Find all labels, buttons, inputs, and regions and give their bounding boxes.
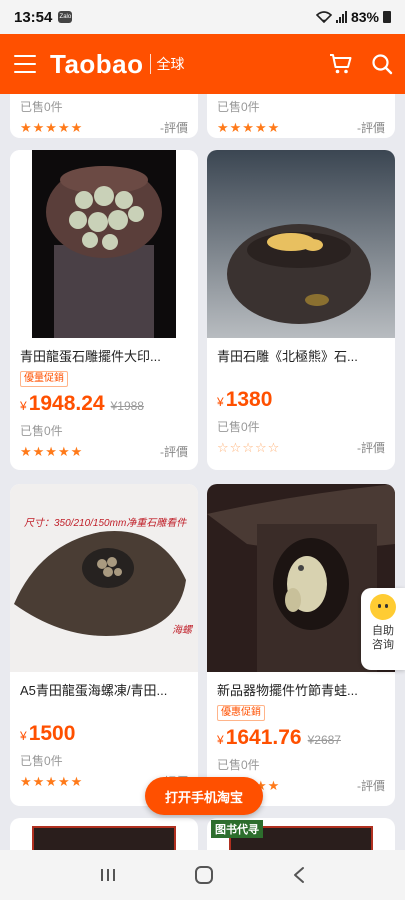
status-bar: 13:54 Zalo 83% [0,0,405,34]
open-taobao-app-button[interactable]: 打开手机淘宝 [145,777,263,815]
sold-count: 已售0件 [217,420,260,434]
rating-stars: ★★★★★ [20,773,84,789]
battery-icon [383,11,391,23]
product-image[interactable] [207,150,395,338]
polar-bear-carving-image [207,150,395,338]
currency-symbol: ¥ [20,729,27,743]
taobao-logo[interactable]: Taobao [50,49,144,80]
review-count: -評價 [160,445,188,459]
book-search-tag: 图书代寻 [211,820,263,838]
menu-icon[interactable] [14,55,36,73]
product-feed[interactable]: 已售0件 ★★★★★ -評價 已售0件 ★★★★★ -評價 青田龍蛋石雕擺件大印… [0,94,405,850]
product-card-partial[interactable]: 已售0件 ★★★★★ -評價 [10,94,198,138]
system-nav-bar [0,850,405,900]
product-image[interactable] [10,150,198,338]
review-count: -評價 [160,121,188,135]
price: 1948.24 [28,392,105,415]
help-label-2: 咨询 [372,639,394,651]
product-title[interactable]: 青田龍蛋石雕擺件大印... [20,346,188,365]
region-label: 全球 [149,54,185,74]
rating-stars: ★★★★★ [217,119,281,135]
help-label-1: 自助 [372,625,394,637]
product-card[interactable]: 青田龍蛋石雕擺件大印... 優量促銷 ¥ 1948.24 ¥1988 已售0件 … [10,150,198,470]
battery-percent: 83% [350,9,379,25]
stone-seal-image [32,150,176,338]
rating-stars: ★★★★★ [20,443,84,459]
product-title[interactable]: 青田石雕《北極熊》石... [217,346,385,365]
search-icon[interactable] [371,53,393,75]
image-size-caption: 尺寸：350/210/150mm净重石雕看件 [24,518,187,529]
app-header: Taobao 全球 [0,34,405,94]
self-service-help-button[interactable]: 自助 咨询 [361,588,405,670]
review-count: -評價 [357,441,385,455]
product-image[interactable]: 尺寸：350/210/150mm净重石雕看件 海螺 [10,484,198,672]
recent-apps-icon[interactable] [99,867,117,883]
product-title[interactable]: A5青田龍蛋海螺凍/青田... [20,680,188,699]
price: 1641.76 [225,726,302,749]
product-card[interactable]: 尺寸：350/210/150mm净重石雕看件 海螺 A5青田龍蛋海螺凍/青田..… [10,484,198,806]
product-card[interactable]: 青田石雕《北極熊》石... ¥ 1380 已售0件 ☆☆☆☆☆ -評價 [207,150,395,470]
price: 1500 [28,722,76,745]
original-price: ¥1988 [110,399,144,413]
sold-count: 已售0件 [217,758,260,772]
sold-count: 已售0件 [20,100,63,114]
product-image [32,826,176,850]
status-time: 13:54 [14,8,53,26]
product-card-partial[interactable]: 图书代寻 [207,818,395,850]
rating-stars: ★★★★★ [20,119,84,135]
sold-count: 已售0件 [20,754,63,768]
signal-icon [335,11,347,23]
assistant-face-icon [370,594,396,620]
product-title[interactable]: 新品器物擺件竹節青蛙... [217,680,385,699]
currency-symbol: ¥ [217,733,224,747]
home-icon[interactable] [194,865,214,885]
sold-count: 已售0件 [20,424,63,438]
promo-badge: 優惠促銷 [217,705,265,721]
review-count: -評價 [357,779,385,793]
product-card-partial[interactable]: 已售0件 ★★★★★ -評價 [207,94,395,138]
conch-carving-image [10,484,198,672]
price: 1380 [225,388,273,411]
cart-icon[interactable] [329,53,353,75]
currency-symbol: ¥ [20,399,27,413]
product-card-partial[interactable] [10,818,198,850]
sold-count: 已售0件 [217,100,260,114]
review-count: -評價 [357,121,385,135]
currency-symbol: ¥ [217,395,224,409]
zalo-notification-icon: Zalo [58,11,73,23]
wifi-icon [315,11,332,23]
image-corner-label: 海螺 [172,625,192,636]
back-icon[interactable] [292,866,306,884]
promo-badge: 優量促銷 [20,371,68,387]
original-price: ¥2687 [307,733,341,747]
rating-stars: ☆☆☆☆☆ [217,439,281,455]
